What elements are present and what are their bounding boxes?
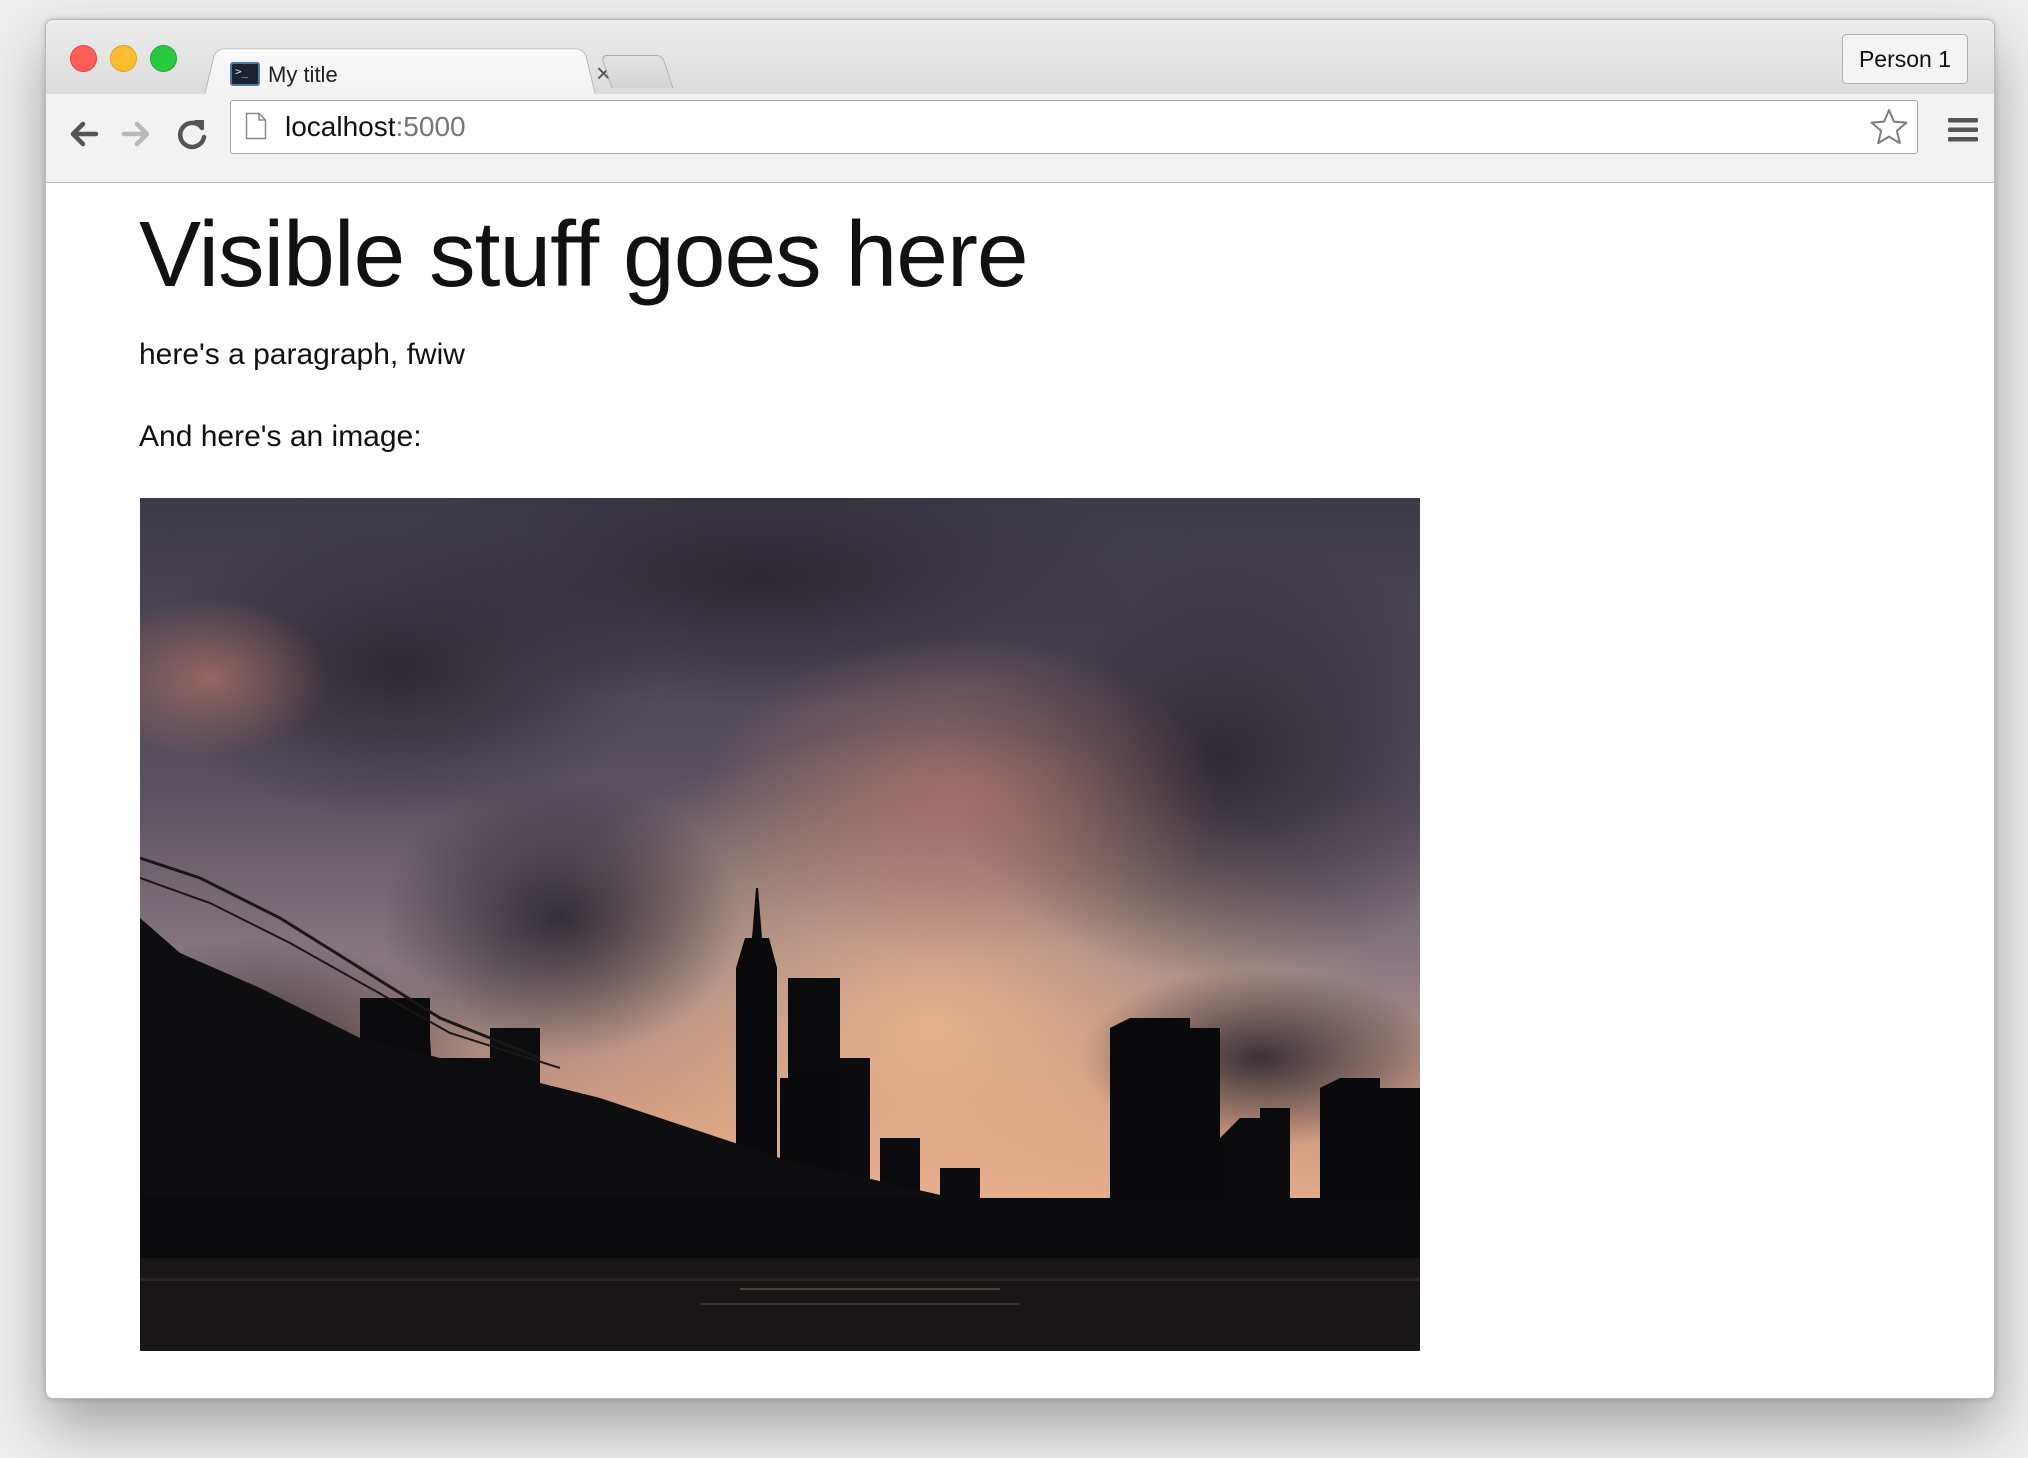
minimize-window-button[interactable] [110, 45, 137, 72]
url-port: :5000 [395, 111, 466, 142]
tab-content[interactable]: >_ My title × [226, 54, 646, 94]
reload-icon[interactable] [170, 112, 214, 156]
page-heading: Visible stuff goes here [139, 202, 1029, 306]
page-icon [245, 112, 267, 140]
bookmark-star-icon[interactable] [1869, 107, 1909, 147]
address-bar[interactable]: localhost:5000 [230, 100, 1918, 154]
paragraph: And here's an image: [139, 420, 422, 453]
terminal-favicon-icon: >_ [230, 62, 260, 86]
toolbar: localhost:5000 [46, 94, 1994, 183]
forward-arrow-icon[interactable] [114, 112, 158, 156]
browser-window: >_ My title × Person 1 localhost:5000 Vi… [45, 19, 1995, 1399]
city-skyline-photo [140, 498, 1420, 1351]
back-arrow-icon[interactable] [62, 112, 106, 156]
zoom-window-button[interactable] [150, 45, 177, 72]
menu-icon[interactable] [1946, 112, 1980, 148]
tab-strip: >_ My title × Person 1 [46, 20, 1994, 95]
page-content: Visible stuff goes here here's a paragra… [46, 183, 1994, 1398]
paragraph: here's a paragraph, fwiw [139, 338, 465, 371]
url-host: localhost [285, 111, 396, 142]
url-text[interactable]: localhost:5000 [285, 111, 466, 143]
profile-button[interactable]: Person 1 [1842, 34, 1968, 84]
new-tab-button[interactable] [600, 55, 674, 88]
close-window-button[interactable] [70, 45, 97, 72]
tab-title: My title [268, 62, 338, 87]
